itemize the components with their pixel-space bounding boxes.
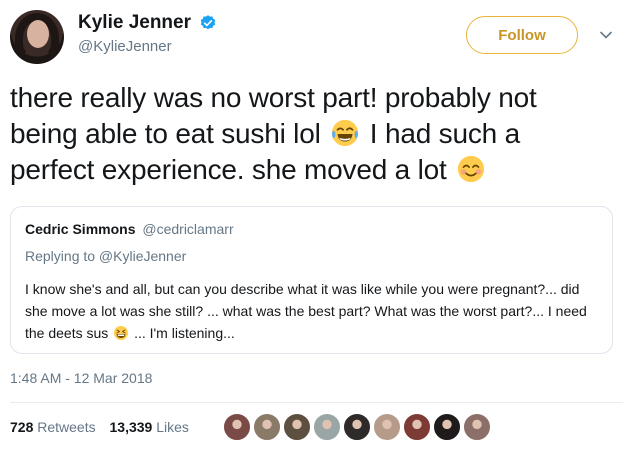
verified-badge-icon	[201, 15, 216, 30]
quoted-body-part1: I know she's and all, but can you descri…	[25, 281, 587, 341]
liker-avatar[interactable]	[223, 413, 251, 441]
liker-avatar[interactable]	[373, 413, 401, 441]
liker-avatar[interactable]	[313, 413, 341, 441]
quoted-body-part2: ... I'm listening...	[134, 325, 235, 341]
liker-avatar[interactable]	[403, 413, 431, 441]
liker-avatar[interactable]	[433, 413, 461, 441]
author-name[interactable]: Kylie Jenner	[78, 12, 191, 34]
likes-label[interactable]: Likes	[156, 419, 189, 435]
liker-avatar[interactable]	[463, 413, 491, 441]
divider	[10, 402, 623, 403]
quoted-author-name: Cedric Simmons	[25, 221, 136, 237]
quoted-body: I know she's and all, but can you descri…	[25, 278, 603, 344]
liker-avatar[interactable]	[343, 413, 371, 441]
quoted-header: Cedric Simmons @cedriclamarr	[25, 221, 234, 237]
quoted-reply-context: Replying to @KylieJenner	[25, 248, 187, 264]
quoted-author-handle: @cedriclamarr	[142, 221, 234, 237]
tweet-header: Kylie Jenner @KylieJenner Follow	[10, 10, 623, 66]
likes-count[interactable]: 13,339	[110, 419, 153, 435]
follow-button[interactable]: Follow	[466, 16, 578, 54]
chevron-down-icon[interactable]	[599, 28, 613, 42]
liker-avatar[interactable]	[283, 413, 311, 441]
retweets-count[interactable]: 728	[10, 419, 33, 435]
author-handle[interactable]: @KylieJenner	[78, 38, 217, 55]
grinning-squinting-face-icon	[114, 326, 129, 340]
author-info: Kylie Jenner @KylieJenner	[78, 12, 217, 55]
avatar[interactable]	[10, 10, 64, 64]
liker-avatar[interactable]	[253, 413, 281, 441]
retweets-label[interactable]: Retweets	[37, 419, 95, 435]
tweet-text: there really was no worst part! probably…	[10, 80, 610, 188]
tweet-stats: 728 Retweets 13,339 Likes	[10, 419, 199, 435]
smiling-face-with-smiling-eyes-icon	[458, 155, 485, 183]
tweet-timestamp[interactable]: 1:48 AM - 12 Mar 2018	[10, 370, 152, 386]
avatar-face	[27, 20, 49, 48]
quoted-tweet[interactable]: Cedric Simmons @cedriclamarr Replying to…	[10, 206, 613, 354]
face-with-tears-of-joy-icon	[332, 119, 359, 147]
